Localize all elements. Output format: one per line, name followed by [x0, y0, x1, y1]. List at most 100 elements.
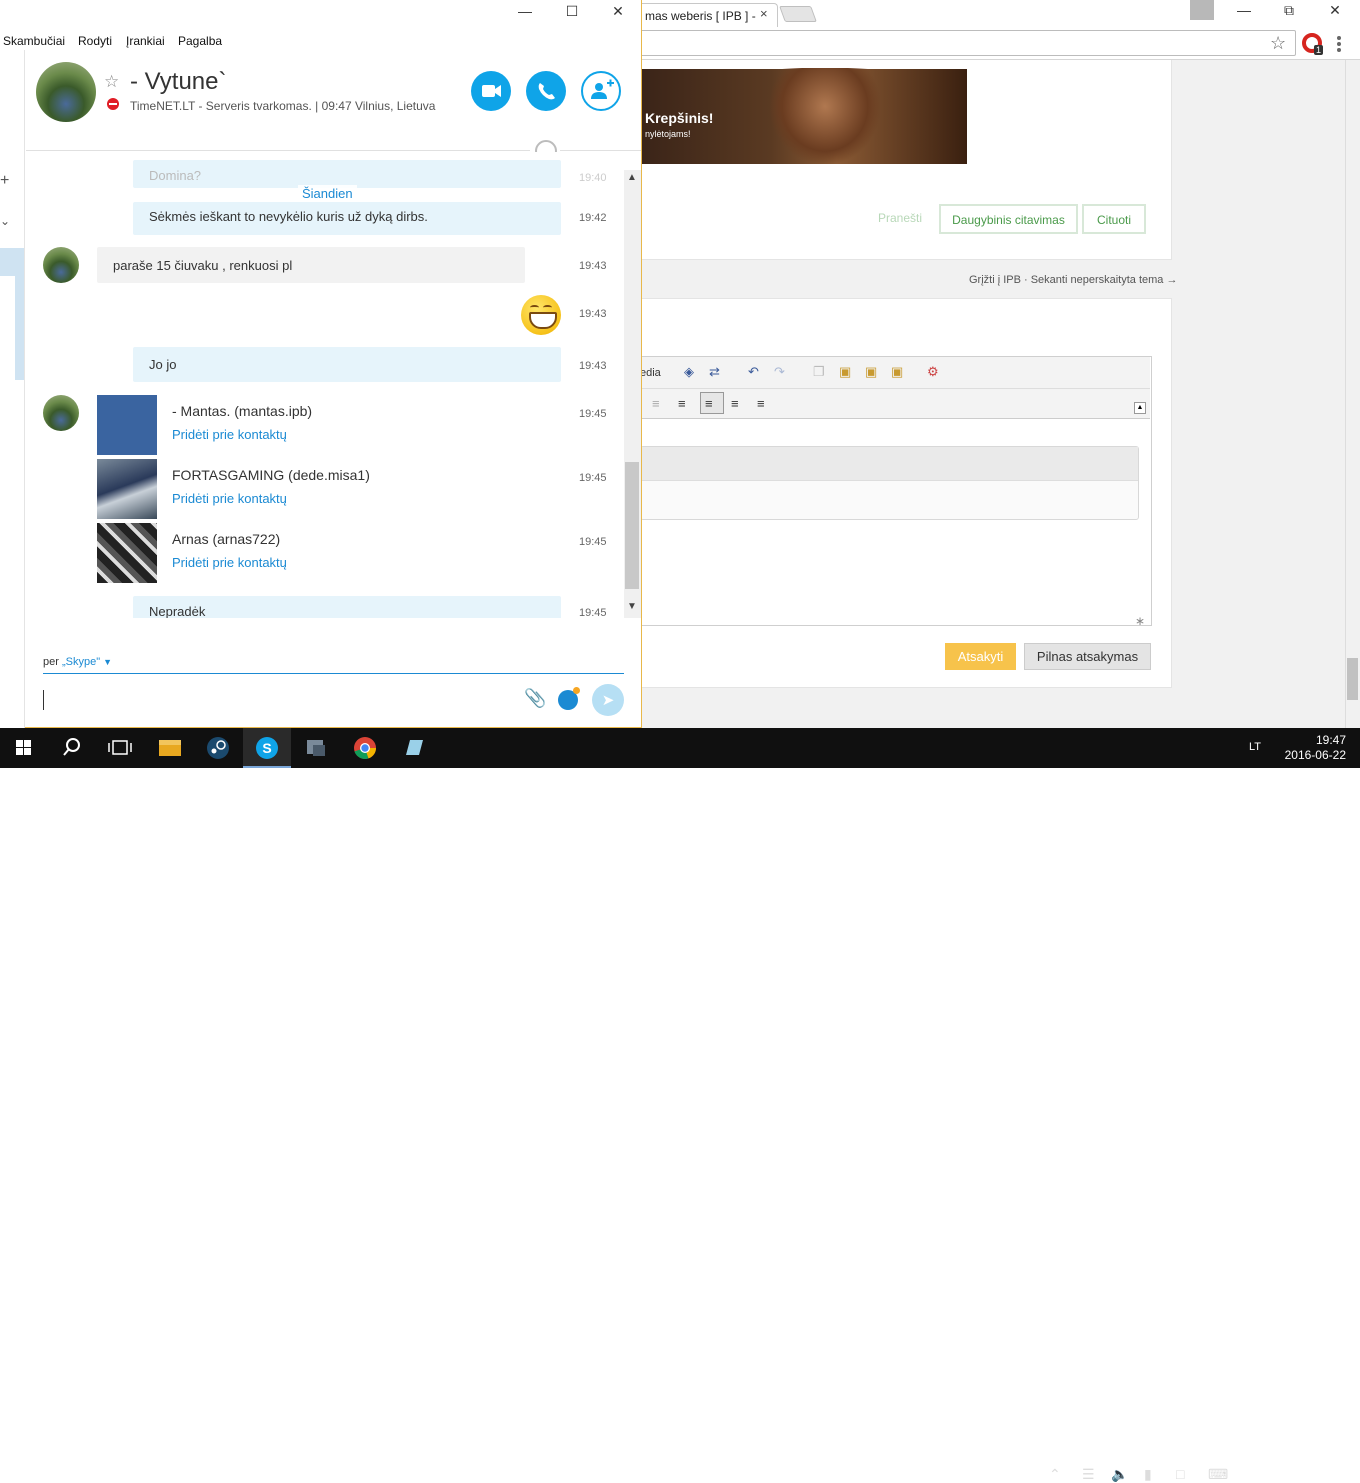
outdent-icon[interactable]: ≡	[652, 396, 660, 411]
paste-icon[interactable]: ▣	[839, 364, 851, 380]
taskbar-steam[interactable]	[194, 728, 242, 768]
new-tab-button[interactable]	[779, 6, 817, 22]
scroll-down-icon[interactable]: ▼	[627, 601, 637, 612]
sender-avatar[interactable]	[43, 247, 79, 283]
browser-menu-icon[interactable]	[1337, 36, 1341, 52]
chat-scroll-thumb[interactable]	[625, 462, 639, 589]
topic-navigation[interactable]: Grįžti į IPB · Sekanti neperskaityta tem…	[969, 274, 1177, 286]
menu-view[interactable]: Rodyti	[78, 34, 112, 48]
start-button[interactable]	[0, 728, 48, 768]
message-input[interactable]	[43, 690, 513, 710]
skype-close-icon[interactable]: ✕	[603, 3, 633, 20]
taskbar-clock[interactable]: 19:47 2016-06-22	[1284, 733, 1346, 763]
contact-card-name: FORTASGAMING (dede.misa1)	[172, 467, 370, 483]
contact-status: TimeNET.LT - Serveris tvarkomas. | 09:47…	[130, 99, 436, 113]
multi-quote-button[interactable]: Daugybinis citavimas	[939, 204, 1078, 234]
full-reply-button[interactable]: Pilnas atsakymas	[1024, 643, 1151, 670]
send-button[interactable]: ➤	[592, 684, 624, 716]
task-view-button[interactable]	[96, 728, 144, 768]
emoticon-icon[interactable]	[558, 687, 580, 710]
tray-expand-icon[interactable]: ⌃	[1049, 1466, 1061, 1483]
taskbar-chrome[interactable]	[341, 728, 389, 768]
add-people-button[interactable]	[581, 71, 621, 111]
redo-icon[interactable]: ↷	[774, 364, 785, 380]
browser-minimize-icon[interactable]: —	[1229, 2, 1259, 18]
battery-icon[interactable]: ▮	[1144, 1466, 1152, 1483]
audio-call-button[interactable]	[526, 71, 566, 111]
browser-restore-icon[interactable]: ⧉	[1274, 2, 1304, 19]
contact-avatar[interactable]	[36, 62, 96, 122]
favorite-star-icon[interactable]: ☆	[104, 72, 119, 92]
video-call-button[interactable]	[471, 71, 511, 111]
scroll-up-icon[interactable]: ▲	[627, 172, 637, 183]
steam-icon	[207, 737, 229, 759]
contact-card-avatar[interactable]	[97, 523, 157, 583]
paste-text-icon[interactable]: ▣	[865, 364, 877, 380]
contact-card-avatar[interactable]	[97, 459, 157, 519]
menu-calls[interactable]: Skambučiai	[3, 34, 65, 48]
send-via-service[interactable]: „Skype"	[62, 656, 100, 668]
add-contact-link[interactable]: Pridėti prie kontaktų	[172, 555, 287, 570]
clock-time: 19:47	[1315, 733, 1346, 747]
action-center-icon[interactable]: □	[1176, 1466, 1184, 1482]
folder-icon	[159, 740, 181, 756]
taskbar-skype[interactable]: S	[243, 728, 291, 768]
taskbar-notes[interactable]	[390, 728, 438, 768]
copy-icon[interactable]: ❐	[813, 364, 825, 380]
input-language[interactable]: LT	[1249, 741, 1261, 753]
browser-scroll-thumb[interactable]	[1347, 658, 1358, 700]
search-icon	[63, 738, 80, 756]
paste-word-icon[interactable]: ▣	[891, 364, 903, 380]
compose-divider	[43, 673, 624, 674]
chevron-down-icon[interactable]: ▼	[103, 657, 112, 667]
skype-maximize-icon[interactable]: ☐	[557, 3, 587, 20]
paperclip-icon[interactable]: 📎	[524, 688, 546, 709]
address-bar[interactable]	[640, 30, 1296, 56]
sidebar-selected-item[interactable]	[0, 248, 15, 276]
bookmark-star-icon[interactable]: ☆	[1270, 33, 1286, 54]
undo-icon[interactable]: ↶	[748, 364, 759, 380]
svg-text:S: S	[262, 740, 271, 756]
menu-tools[interactable]: Įrankiai	[126, 34, 165, 48]
taskbar-file-explorer[interactable]	[146, 728, 194, 768]
media-label[interactable]: edia	[640, 367, 661, 379]
contact-card-name: - Mantas. (mantas.ipb)	[172, 403, 313, 419]
align-right-icon[interactable]: ≡	[757, 396, 765, 411]
send-via-selector[interactable]: per „Skype" ▼	[43, 656, 112, 668]
browser-close-icon[interactable]: ✕	[1320, 2, 1350, 19]
skype-minimize-icon[interactable]: —	[510, 3, 540, 19]
collapse-toolbar-icon[interactable]: ▲	[1134, 402, 1146, 414]
remove-format-icon[interactable]: ⚙	[927, 364, 939, 380]
sidebar-add-icon[interactable]: +	[0, 172, 9, 190]
submit-reply-button[interactable]: Atsakyti	[945, 643, 1016, 670]
align-left-icon[interactable]: ≡	[700, 392, 724, 414]
banner-title: Krepšinis!	[645, 110, 714, 126]
sidebar-chevron-icon[interactable]: ⌄	[0, 214, 10, 228]
browser-scrollbar[interactable]	[1345, 60, 1360, 728]
quote-button[interactable]: Cituoti	[1082, 204, 1146, 234]
search-button[interactable]	[48, 728, 96, 768]
replace-icon[interactable]: ⇄	[709, 364, 720, 380]
wifi-icon[interactable]: ☰	[1082, 1466, 1095, 1483]
task-view-icon	[108, 740, 132, 755]
align-center-icon[interactable]: ≡	[731, 396, 739, 411]
notes-icon	[406, 740, 423, 755]
sender-avatar[interactable]	[43, 395, 79, 431]
add-contact-link[interactable]: Pridėti prie kontaktų	[172, 491, 287, 506]
skype-menubar: Skambučiai Rodyti Įrankiai Pagalba	[0, 30, 641, 50]
indent-icon[interactable]: ≡	[678, 396, 686, 411]
binoculars-icon[interactable]: ◈	[684, 364, 694, 380]
add-contact-link[interactable]: Pridėti prie kontaktų	[172, 427, 287, 442]
taskbar-app[interactable]	[292, 728, 340, 768]
chat-history[interactable]: Domina? 19:40 Šiandien Sėkmės ieškant to…	[26, 152, 624, 618]
menu-help[interactable]: Pagalba	[178, 34, 222, 48]
tab-close-icon[interactable]: ×	[760, 6, 768, 21]
resize-grip-icon[interactable]: ∗	[1135, 614, 1145, 628]
browser-user-icon[interactable]	[1190, 0, 1214, 20]
message-time: 19:43	[579, 260, 607, 272]
message-bubble: Domina?	[133, 160, 561, 188]
keyboard-icon[interactable]: ⌨	[1208, 1466, 1228, 1483]
report-link[interactable]: Pranešti	[878, 211, 922, 225]
contact-card-avatar[interactable]	[97, 395, 157, 455]
volume-icon[interactable]: 🔈	[1111, 1466, 1128, 1483]
